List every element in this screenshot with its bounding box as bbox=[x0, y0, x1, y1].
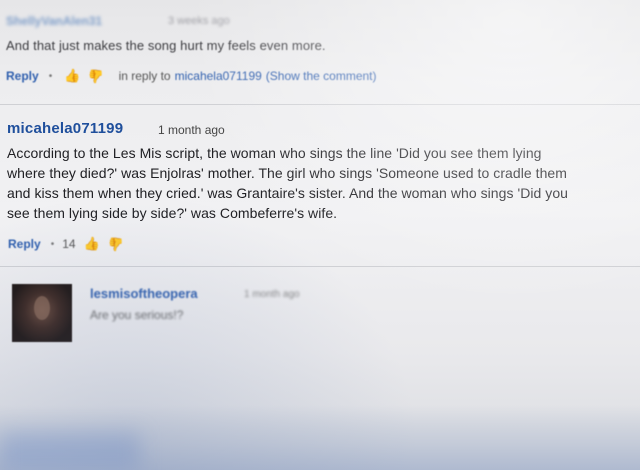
comment-text: Are you serious!? bbox=[90, 308, 184, 322]
reply-button[interactable]: Reply bbox=[8, 237, 41, 251]
avatar-face bbox=[34, 296, 50, 320]
comment-divider bbox=[0, 104, 640, 105]
thumbs-down-icon[interactable]: 👍 bbox=[88, 68, 104, 84]
comment-author[interactable]: ShellyVanAlen31 bbox=[6, 14, 102, 28]
avatar[interactable] bbox=[12, 284, 72, 342]
comment-timestamp: 3 weeks ago bbox=[168, 15, 230, 27]
comments-screen: ShellyVanAlen31 3 weeks ago And that jus… bbox=[0, 0, 640, 470]
comment-text: And that just makes the song hurt my fee… bbox=[6, 38, 326, 53]
comment-timestamp: 1 month ago bbox=[158, 123, 225, 137]
separator-dot: • bbox=[48, 70, 53, 82]
separator-dot: • bbox=[50, 238, 55, 250]
thumbs-up-icon[interactable]: 👍 bbox=[64, 68, 80, 84]
comment-text: According to the Les Mis script, the wom… bbox=[7, 143, 637, 223]
comment-line: where they died?' was Enjolras' mother. … bbox=[7, 165, 567, 181]
like-count: 14 bbox=[62, 237, 76, 251]
comment-actions: Reply • 14 👍 👍 bbox=[8, 236, 128, 252]
comment-actions: Reply • 👍 👍 in reply to micahela071199 (… bbox=[6, 68, 377, 84]
comment-divider bbox=[0, 266, 640, 267]
comment-line: According to the Les Mis script, the wom… bbox=[7, 145, 542, 161]
thumbs-up-icon[interactable]: 👍 bbox=[84, 236, 100, 252]
show-comment-link[interactable]: (Show the comment) bbox=[266, 69, 377, 83]
thumbs-down-icon[interactable]: 👍 bbox=[108, 236, 124, 252]
in-reply-to-label: in reply to bbox=[118, 69, 171, 83]
comment-line: and kiss them when they cried.' was Gran… bbox=[7, 185, 569, 201]
comment-timestamp: 1 month ago bbox=[244, 289, 300, 300]
comment-author[interactable]: micahela071199 bbox=[7, 120, 123, 137]
comment-author[interactable]: lesmisoftheopera bbox=[90, 286, 198, 301]
reply-button[interactable]: Reply bbox=[6, 69, 39, 83]
screen-glare-blob bbox=[0, 432, 140, 470]
comment-line: see them lying side by side?' was Combef… bbox=[7, 205, 338, 221]
reply-target-link[interactable]: micahela071199 bbox=[175, 69, 262, 83]
